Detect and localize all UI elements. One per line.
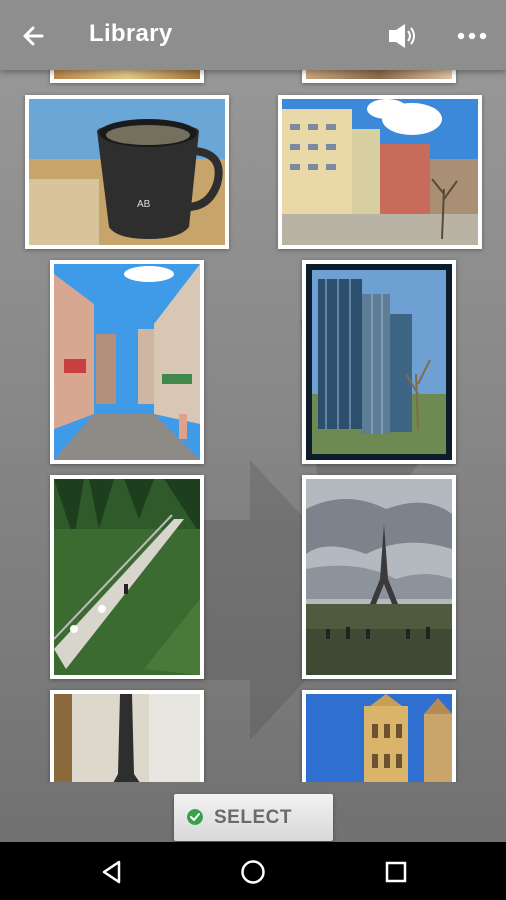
arrow-left-icon — [23, 26, 44, 46]
photo-suspension-bridge[interactable] — [50, 475, 204, 679]
image-icon — [54, 479, 200, 675]
photo-street[interactable] — [50, 260, 204, 464]
image-icon — [282, 99, 478, 245]
image-icon — [54, 694, 200, 782]
system-navigation-bar — [0, 842, 506, 900]
nav-recents-button[interactable] — [381, 857, 411, 887]
image-icon — [54, 264, 200, 460]
back-triangle-icon — [102, 860, 121, 884]
photo-partial-top-left[interactable] — [50, 70, 204, 83]
image-icon — [306, 264, 452, 460]
image-icon — [306, 479, 452, 675]
back-button[interactable] — [18, 21, 52, 51]
photo-coffee-cup[interactable]: AB — [25, 95, 229, 249]
home-circle-icon — [241, 860, 265, 884]
sound-button[interactable] — [385, 21, 421, 51]
select-button[interactable]: SELECT — [174, 794, 333, 841]
photo-partial-top-right[interactable] — [302, 70, 456, 83]
app-bar: Library — [0, 0, 506, 70]
photo-grid: AB — [0, 70, 506, 782]
more-options-button[interactable] — [455, 26, 489, 46]
image-icon: AB — [29, 99, 225, 245]
check-circle-icon — [187, 809, 203, 825]
select-button-label: SELECT — [214, 807, 292, 828]
photo-eiffel-tower[interactable] — [302, 475, 456, 679]
nav-home-button[interactable] — [238, 857, 268, 887]
photo-tower-building[interactable] — [302, 260, 456, 464]
speaker-icon — [389, 24, 415, 48]
photo-city-buildings[interactable] — [278, 95, 482, 249]
nav-back-button[interactable] — [97, 857, 127, 887]
photo-belfry-tower[interactable] — [302, 690, 456, 782]
svg-text:AB: AB — [137, 199, 151, 210]
photo-wall-pipe[interactable] — [50, 690, 204, 782]
page-title: Library — [89, 20, 173, 47]
more-horizontal-icon — [457, 32, 487, 40]
image-icon — [306, 694, 452, 782]
recents-square-icon — [385, 861, 407, 883]
